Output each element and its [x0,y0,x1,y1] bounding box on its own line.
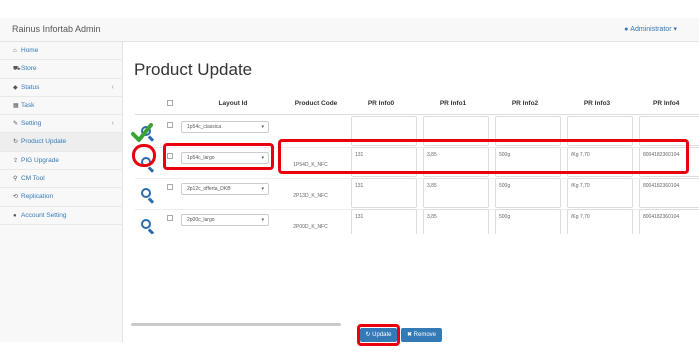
header-divider [135,114,699,115]
highlight-layout-select [163,143,274,170]
expand-arrow-icon: ‹ [111,120,114,128]
sidebar-item-pig-upgrade[interactable]: ⇪ PIG Upgrade [0,152,122,171]
pr-info0-field[interactable]: 131 [351,178,417,208]
row-checkbox[interactable] [167,122,173,128]
sidebar-item-status[interactable]: ◆ Status ‹ [0,79,122,97]
sidebar-item-label: Home [21,47,39,54]
col-layout-id: Layout Id [218,100,248,107]
product-code: 2P00D_K_NFC [293,224,328,230]
layout-select[interactable]: 2p00c_largo ▾ [181,214,269,226]
user-icon: ● [624,26,629,33]
highlight-row-values [278,139,689,174]
sidebar-item-task[interactable]: ▦ Task [0,97,122,116]
sidebar-item-label: CM Tool [21,175,45,183]
checkmark-icon [131,123,153,142]
sidebar-item-account-setting[interactable]: ● Account Setting [0,207,122,225]
product-code: 2P13D_K_NFC [293,193,328,199]
sidebar-item-label: PIG Upgrade [21,156,59,164]
home-icon: ⌂ [13,48,17,54]
pr-info1-field[interactable]: 3,85 [423,178,489,208]
pr-info2-field[interactable]: 500g [495,178,561,208]
sidebar-item-label: Store [21,65,37,73]
expand-arrow-icon: ‹ [111,83,114,91]
row-checkbox[interactable] [167,215,173,221]
col-pr-info2: PR Info2 [511,100,539,107]
sidebar-item-label: Replication [21,193,54,201]
user-icon: ● [13,212,17,219]
page-title: Product Update [134,60,253,79]
sidebar-item-store[interactable]: ⛟Store [0,60,122,79]
col-product-code: Product Code [294,100,338,107]
search-icon[interactable] [141,219,155,234]
cart-icon: ⛟ [13,66,21,73]
sidebar-item-label: Task [21,101,35,109]
sidebar-item-label: Account Setting [21,211,67,219]
row-checkbox[interactable] [167,184,173,190]
refresh-icon: ↻ [13,139,19,146]
table-icon: ▦ [13,102,19,109]
pr-info4-field[interactable]: 8004182360104 [639,209,699,234]
highlight-search-icon [132,144,156,167]
col-pr-info0: PR Info0 [367,100,395,107]
layout-select-value: 1p54c_classica [187,124,222,130]
chevron-down-icon: ▾ [261,124,264,130]
col-pr-info1: PR Info1 [439,100,467,107]
sidebar-item-cm-tool[interactable]: ⚲ CM Tool [0,170,122,189]
main-content: Product Update Layout Id Product Code PR… [123,42,699,342]
search-icon: ⚲ [13,176,18,183]
search-icon[interactable] [141,188,155,204]
top-navbar: Rainus Infortab Admin ● Administrator ▾ [0,18,699,42]
pr-info2-field[interactable]: 500g [495,209,561,234]
chevron-down-icon: ▾ [261,186,264,192]
upload-icon: ⇪ [13,157,19,164]
sidebar-item-home[interactable]: ⌂ Home [0,42,122,61]
horizontal-scrollbar[interactable] [131,323,341,326]
pr-info0-field[interactable]: 131 [351,209,417,234]
layout-select[interactable]: 1p54c_classica ▾ [181,121,269,133]
remove-label: Remove [413,332,437,338]
highlight-update-button [357,324,400,346]
user-menu[interactable]: ● Administrator ▾ [624,25,677,33]
layout-select[interactable]: 2p12c_offerta_DKB ▾ [181,183,269,195]
layout-select-value: 2p00c_largo [187,217,215,223]
col-pr-info4: PR Info4 [653,100,680,107]
sidebar-item-product-update[interactable]: ↻ Product Update [0,133,122,152]
pr-info1-field[interactable]: 3,85 [423,209,489,234]
col-pr-info3: PR Info3 [583,100,611,107]
tag-icon: ◆ [13,84,18,91]
pr-info3-field[interactable]: /Kg 7,70 [567,209,633,234]
select-all-checkbox[interactable] [167,100,173,106]
replication-icon: ⟲ [13,194,19,201]
layout-select-value: 2p12c_offerta_DKB [187,186,231,192]
sidebar: ⌂ Home ⛟Store ◆ Status ‹ ▦ Task ✎ Setting ‹ ↻ Produc… [0,42,123,342]
sidebar-item-label: Status [21,83,40,91]
sidebar-item-setting[interactable]: ✎ Setting ‹ [0,115,122,134]
pr-info4-field[interactable]: 8004182360104 [639,178,699,208]
remove-button[interactable]: ✖ Remove [401,328,442,342]
wrench-icon: ✎ [13,121,19,128]
user-menu-label: Administrator [630,26,672,33]
chevron-down-icon: ▾ [261,217,264,223]
pr-info3-field[interactable]: /Kg 7,70 [567,178,633,208]
sidebar-item-replication[interactable]: ⟲ Replication [0,188,122,207]
sidebar-item-label: Setting [21,120,42,128]
app-title[interactable]: Rainus Infortab Admin [12,24,101,34]
sidebar-item-label: Product Update [21,138,67,146]
